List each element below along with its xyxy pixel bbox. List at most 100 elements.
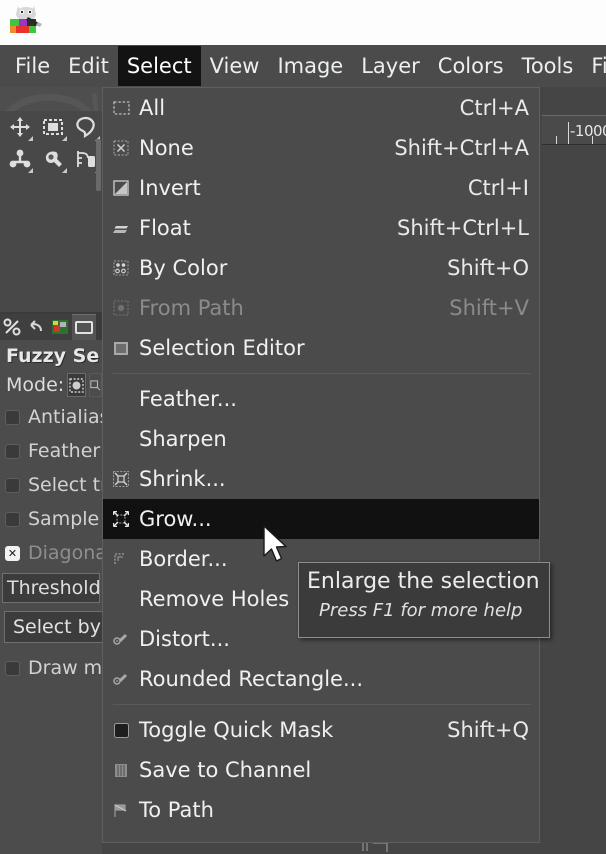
select-float-icon <box>109 218 133 238</box>
menu-item-label: Save to Channel <box>139 758 312 782</box>
select-all-icon <box>109 98 133 118</box>
antialias-checkbox[interactable] <box>5 409 20 425</box>
menu-item-label: To Path <box>139 798 214 822</box>
menu-item-label: Toggle Quick Mask <box>139 718 334 742</box>
menu-item-accel: Shift+O <box>447 256 529 280</box>
device-status-tab[interactable] <box>72 314 96 340</box>
sample-merged-label: Sample <box>28 508 100 530</box>
menu-item-accel: Ctrl+A <box>459 96 529 120</box>
menubar-item-colors[interactable]: Colors <box>429 46 513 86</box>
select-transparent-option-row[interactable]: Select tr <box>0 468 102 502</box>
tool-options-title: Fuzzy Se <box>6 345 100 367</box>
select-from-path-icon <box>109 298 133 318</box>
draw-mask-checkbox[interactable] <box>5 660 20 676</box>
menubar-item-select[interactable]: Select <box>117 46 201 86</box>
menu-item-accel: Shift+Ctrl+L <box>397 216 529 240</box>
menu-item-grow[interactable]: Grow... <box>103 499 539 539</box>
device-status-tab-icon <box>75 320 93 334</box>
menu-item-label: Feather... <box>139 387 237 411</box>
undo-history-tab-icon <box>30 320 42 332</box>
menu-item-label: Grow... <box>139 507 212 531</box>
dock-tabstrip <box>0 312 102 340</box>
toolbox <box>0 111 102 221</box>
images-tab[interactable] <box>48 314 72 340</box>
tool-corner-marker <box>28 168 34 173</box>
fuzzy-select-tool-icon <box>42 148 64 170</box>
selection-shrink-icon <box>109 469 133 489</box>
select-transparent-label: Select tr <box>28 474 102 496</box>
selection-border-icon <box>109 549 133 569</box>
gimp-window: File Edit Select View Image Layer Colors… <box>0 0 606 854</box>
tool-corner-marker <box>28 136 34 141</box>
feather-checkbox[interactable] <box>5 443 20 459</box>
menubar-item-tools[interactable]: Tools <box>513 46 583 86</box>
diagonal-neighbors-checkbox[interactable] <box>5 545 20 561</box>
menu-item-none[interactable]: None Shift+Ctrl+A <box>103 128 539 168</box>
measure-tool-icon <box>75 148 97 170</box>
horizontal-ruler[interactable]: -1000 <box>542 115 606 145</box>
menubar-item-image[interactable]: Image <box>268 46 352 86</box>
menu-item-save-to-channel[interactable]: Save to Channel <box>103 750 539 790</box>
menu-item-label: Float <box>139 216 191 240</box>
menu-item-by-color[interactable]: By Color Shift+O <box>103 248 539 288</box>
feather-label: Feather <box>28 440 101 462</box>
diagonal-neighbors-label: Diagona <box>28 542 102 564</box>
feather-option-row[interactable]: Feather <box>0 434 102 468</box>
rectangle-select-tool-button[interactable] <box>37 111 68 143</box>
menu-item-shrink[interactable]: Shrink... <box>103 459 539 499</box>
menu-item-label: From Path <box>139 296 244 320</box>
tooltip-title: Enlarge the selection <box>307 569 540 594</box>
menu-item-invert[interactable]: Invert Ctrl+I <box>103 168 539 208</box>
toolbox-scrollbar[interactable] <box>96 139 101 191</box>
menu-item-label: Sharpen <box>139 427 227 451</box>
menubar-item-filters[interactable]: Filters <box>582 46 606 86</box>
menu-item-selection-editor[interactable]: Selection Editor <box>103 328 539 368</box>
select-transparent-checkbox[interactable] <box>5 477 20 493</box>
tool-options-tab[interactable] <box>0 314 24 340</box>
mode-replace-button[interactable] <box>67 373 87 397</box>
menu-item-label: Shrink... <box>139 467 226 491</box>
menu-item-rounded-rectangle[interactable]: Rounded Rectangle... <box>103 659 539 699</box>
undo-history-tab[interactable] <box>24 314 48 340</box>
unified-transform-tool-button[interactable] <box>4 143 35 175</box>
menu-item-label: Rounded Rectangle... <box>139 667 364 691</box>
menu-item-accel: Shift+V <box>449 296 529 320</box>
menu-item-to-path[interactable]: To Path <box>103 790 539 830</box>
sample-merged-option-row[interactable]: Sample <box>0 502 102 536</box>
menubar-item-file[interactable]: File <box>6 46 59 86</box>
sample-merged-checkbox[interactable] <box>5 511 20 527</box>
move-tool-button[interactable] <box>4 111 35 143</box>
tooltip-hint: Press F1 for more help <box>319 600 523 621</box>
threshold-slider[interactable]: Threshold <box>2 573 100 603</box>
menubar-item-edit[interactable]: Edit <box>59 46 118 86</box>
no-icon-placeholder <box>109 589 133 609</box>
menu-item-label: By Color <box>139 256 228 280</box>
menu-separator <box>113 704 531 705</box>
menubar-item-layer[interactable]: Layer <box>352 46 429 86</box>
antialias-option-row[interactable]: Antialias <box>0 400 102 434</box>
mode-label: Mode: <box>6 374 65 396</box>
wilber-icon <box>8 3 44 37</box>
menu-item-accel: Ctrl+I <box>467 176 529 200</box>
tool-corner-marker <box>61 136 67 141</box>
fuzzy-select-tool-button[interactable] <box>37 143 68 175</box>
select-by-dropdown[interactable]: Select by <box>4 611 102 643</box>
unified-transform-tool-icon <box>9 148 31 170</box>
menu-item-float[interactable]: Float Shift+Ctrl+L <box>103 208 539 248</box>
script-fu-icon <box>109 669 133 689</box>
menu-item-label: Selection Editor <box>139 336 305 360</box>
mode-add-button[interactable] <box>89 373 102 397</box>
diagonal-neighbors-option-row[interactable]: Diagona <box>0 536 102 570</box>
menu-item-feather[interactable]: Feather... <box>103 379 539 419</box>
ruler-tick-label: -1000 <box>570 122 606 140</box>
menu-item-toggle-quick-mask[interactable]: Toggle Quick Mask Shift+Q <box>103 710 539 750</box>
titlebar-strip <box>0 0 606 45</box>
menu-item-sharpen[interactable]: Sharpen <box>103 419 539 459</box>
menubar-item-view[interactable]: View <box>201 46 269 86</box>
selection-editor-icon <box>109 338 133 358</box>
draw-mask-option-row[interactable]: Draw m <box>0 651 102 685</box>
menu-item-from-path[interactable]: From Path Shift+V <box>103 288 539 328</box>
antialias-label: Antialias <box>28 406 102 428</box>
menu-item-all[interactable]: All Ctrl+A <box>103 88 539 128</box>
toolbox-row-1 <box>0 111 102 143</box>
